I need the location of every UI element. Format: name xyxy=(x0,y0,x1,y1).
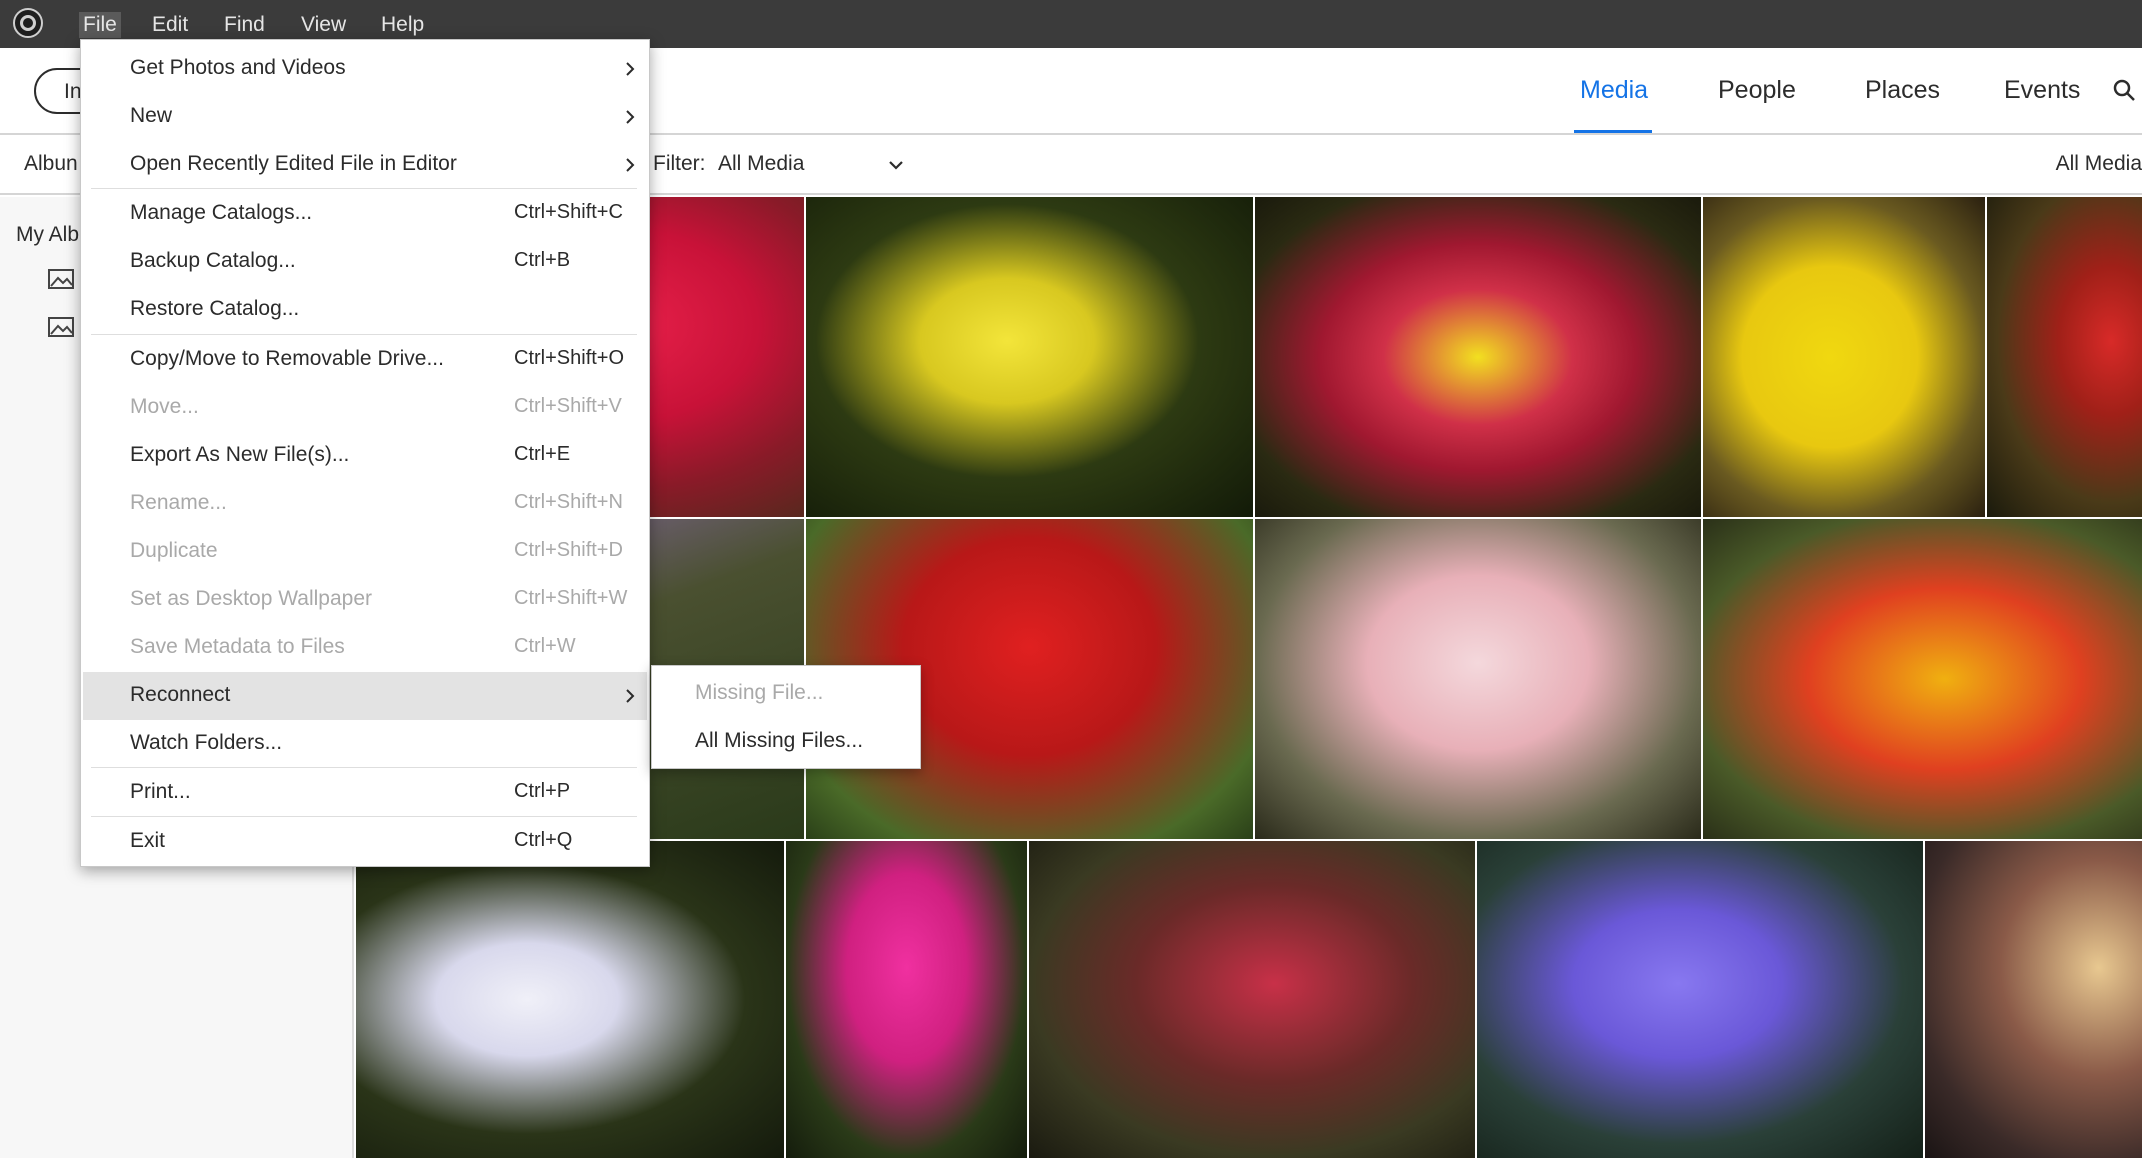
menu-file[interactable]: File xyxy=(79,12,121,38)
filter-label: Filter: xyxy=(653,152,706,175)
menu-item-restore-catalog[interactable]: Restore Catalog... xyxy=(83,286,647,334)
albums-label: Albun xyxy=(24,152,78,175)
menu-item-open-recent[interactable]: Open Recently Edited File in Editor xyxy=(83,141,647,189)
chevron-right-icon xyxy=(626,110,635,124)
chevron-down-icon[interactable] xyxy=(888,159,904,171)
menu-item-label: New xyxy=(130,104,173,127)
menu-item-get-photos[interactable]: Get Photos and Videos xyxy=(83,45,647,93)
menu-item-label: Save Metadata to Files xyxy=(130,635,345,658)
menu-item-shortcut: Ctrl+Shift+O xyxy=(514,347,625,369)
album-image-icon[interactable] xyxy=(48,269,74,289)
menu-item-exit[interactable]: Exit Ctrl+Q xyxy=(83,818,647,866)
tab-places[interactable]: Places xyxy=(1865,76,1940,105)
menu-item-label: Get Photos and Videos xyxy=(130,56,346,79)
menu-item-label: Open Recently Edited File in Editor xyxy=(130,152,457,175)
submenu-item-missing-file: Missing File... xyxy=(652,670,920,718)
menu-item-label: Watch Folders... xyxy=(130,731,283,754)
photo-thumbnail[interactable] xyxy=(806,197,1253,517)
menu-item-shortcut: Ctrl+Q xyxy=(514,829,573,851)
menu-find[interactable]: Find xyxy=(220,12,269,38)
menu-item-label: Rename... xyxy=(130,491,227,514)
menu-item-rename: Rename... Ctrl+Shift+N xyxy=(83,480,647,528)
menu-item-label: Exit xyxy=(130,829,166,852)
tab-people[interactable]: People xyxy=(1718,76,1796,105)
photo-thumbnail[interactable] xyxy=(356,841,784,1158)
menu-item-shortcut: Ctrl+P xyxy=(514,780,571,802)
menu-item-shortcut: Ctrl+Shift+C xyxy=(514,201,623,223)
import-button-label: In xyxy=(64,80,82,103)
menu-item-label: All Missing Files... xyxy=(695,729,864,752)
menu-item-label: Missing File... xyxy=(695,681,824,704)
menu-item-label: Backup Catalog... xyxy=(130,249,296,272)
photo-thumbnail[interactable] xyxy=(1255,197,1701,517)
chevron-right-icon xyxy=(626,689,635,703)
menu-item-label: Move... xyxy=(130,395,199,418)
search-icon[interactable] xyxy=(2112,78,2136,102)
menu-item-save-metadata: Save Metadata to Files Ctrl+W xyxy=(83,624,647,672)
menu-item-move: Move... Ctrl+Shift+V xyxy=(83,384,647,432)
menu-separator xyxy=(91,334,637,335)
active-tab-indicator xyxy=(1574,130,1652,133)
photo-thumbnail[interactable] xyxy=(1029,841,1475,1158)
photo-thumbnail[interactable] xyxy=(1703,197,1985,517)
photo-thumbnail[interactable] xyxy=(1925,841,2142,1158)
menu-item-backup-catalog[interactable]: Backup Catalog... Ctrl+B xyxy=(83,238,647,286)
menu-item-print[interactable]: Print... Ctrl+P xyxy=(83,769,647,817)
menu-separator xyxy=(91,816,637,817)
view-mode-label[interactable]: All Media xyxy=(2056,152,2142,176)
menu-item-shortcut: Ctrl+Shift+V xyxy=(514,395,622,417)
photo-thumbnail[interactable] xyxy=(1703,519,2142,839)
menu-edit[interactable]: Edit xyxy=(148,12,192,38)
filter-dropdown[interactable]: All Media xyxy=(718,152,804,176)
app-logo-icon[interactable] xyxy=(13,8,43,38)
menu-separator xyxy=(91,188,637,189)
menu-item-manage-catalogs[interactable]: Manage Catalogs... Ctrl+Shift+C xyxy=(83,190,647,238)
menu-item-reconnect[interactable]: Reconnect xyxy=(83,672,647,720)
menu-item-duplicate: Duplicate Ctrl+Shift+D xyxy=(83,528,647,576)
tab-media[interactable]: Media xyxy=(1580,76,1648,105)
tab-events[interactable]: Events xyxy=(2004,76,2080,105)
menu-item-copy-move[interactable]: Copy/Move to Removable Drive... Ctrl+Shi… xyxy=(83,336,647,384)
menu-item-shortcut: Ctrl+E xyxy=(514,443,571,465)
submenu-item-all-missing-files[interactable]: All Missing Files... xyxy=(652,718,920,766)
menu-view[interactable]: View xyxy=(297,12,350,38)
photo-thumbnail[interactable] xyxy=(1987,197,2142,517)
menu-item-shortcut: Ctrl+Shift+D xyxy=(514,539,623,561)
menu-item-shortcut: Ctrl+W xyxy=(514,635,576,657)
menu-item-label: Duplicate xyxy=(130,539,218,562)
menu-item-label: Print... xyxy=(130,780,191,803)
photo-thumbnail[interactable] xyxy=(1255,519,1701,839)
menu-item-label: Manage Catalogs... xyxy=(130,201,313,224)
menu-item-export[interactable]: Export As New File(s)... Ctrl+E xyxy=(83,432,647,480)
photo-thumbnail[interactable] xyxy=(786,841,1027,1158)
file-menu: Get Photos and Videos New Open Recently … xyxy=(80,39,650,867)
menu-item-watch-folders[interactable]: Watch Folders... xyxy=(83,720,647,768)
chevron-right-icon xyxy=(626,158,635,172)
menu-item-label: Copy/Move to Removable Drive... xyxy=(130,347,444,370)
menu-help[interactable]: Help xyxy=(377,12,428,38)
photo-thumbnail[interactable] xyxy=(1477,841,1923,1158)
chevron-right-icon xyxy=(626,62,635,76)
my-albums-heading: My Alb xyxy=(16,223,80,246)
menu-item-shortcut: Ctrl+Shift+N xyxy=(514,491,623,513)
menu-item-label: Set as Desktop Wallpaper xyxy=(130,587,373,610)
menu-item-shortcut: Ctrl+B xyxy=(514,249,571,271)
menu-item-label: Export As New File(s)... xyxy=(130,443,350,466)
menu-item-label: Restore Catalog... xyxy=(130,297,300,320)
menu-item-shortcut: Ctrl+Shift+W xyxy=(514,587,628,609)
album-image-icon[interactable] xyxy=(48,317,74,337)
menu-item-set-wallpaper: Set as Desktop Wallpaper Ctrl+Shift+W xyxy=(83,576,647,624)
menu-separator xyxy=(91,767,637,768)
menu-item-new[interactable]: New xyxy=(83,93,647,141)
reconnect-submenu: Missing File... All Missing Files... xyxy=(651,665,921,769)
menu-item-label: Reconnect xyxy=(130,683,231,706)
